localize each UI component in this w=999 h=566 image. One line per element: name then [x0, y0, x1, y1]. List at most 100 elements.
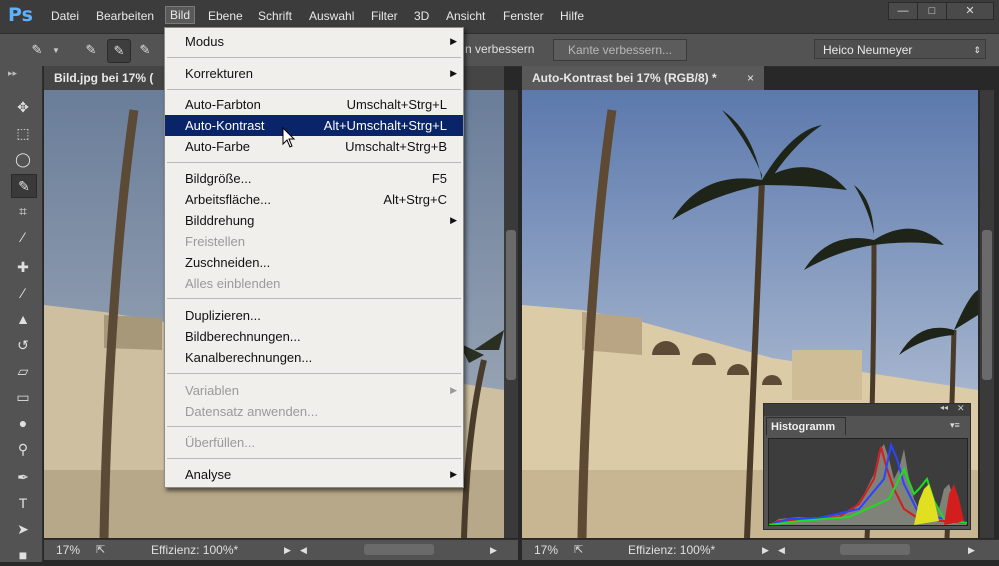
maximize-button[interactable]: □ [917, 2, 947, 20]
collapse-tools-icon[interactable]: ▸▸ [8, 68, 17, 79]
tool-preset-icon[interactable]: ✎ [26, 39, 48, 61]
scroll-left-icon[interactable]: ◀ [778, 540, 785, 560]
menu-item-bildgroesse[interactable]: Bildgröße... F5 [165, 168, 463, 189]
tab-close-icon[interactable]: × [747, 66, 754, 90]
type-icon[interactable]: T [11, 492, 35, 514]
quick-selection-icon[interactable]: ✎ [11, 174, 37, 198]
menu-item-ueberfuellen: Überfüllen... [185, 435, 256, 450]
blur-icon[interactable]: ● [11, 412, 35, 434]
workspace-select[interactable]: Heico Neumeyer ⇕ [814, 39, 986, 59]
menu-separator [167, 373, 461, 374]
scroll-thumb[interactable] [506, 230, 516, 380]
menu-item-auto-farbe[interactable]: Auto-Farbe Umschalt+Strg+B [165, 136, 463, 157]
close-panel-icon[interactable]: ✕ [957, 403, 965, 414]
gradient-icon[interactable]: ▭ [11, 386, 35, 408]
pen-icon[interactable]: ✒ [11, 466, 35, 488]
panel-menu-icon[interactable]: ▾≡ [950, 420, 960, 431]
status-bar-left: 17% ⇱ Effizienz: 100%* ▶ ◀ ▶ [44, 539, 518, 560]
zoom-level[interactable]: 17% [56, 540, 80, 560]
menu-item-zuschneiden[interactable]: Zuschneiden... [165, 252, 463, 273]
vertical-scrollbar-left[interactable] [504, 90, 518, 538]
menu-schrift[interactable]: Schrift [258, 9, 292, 23]
scroll-right-icon[interactable]: ▶ [490, 540, 497, 560]
menu-separator [167, 57, 461, 58]
menu-hilfe[interactable]: Hilfe [560, 9, 584, 23]
menu-bild[interactable]: Bild [164, 6, 196, 24]
status-bar-right: 17% ⇱ Effizienz: 100%* ▶ ◀ ▶ [522, 539, 999, 560]
menu-item-analyse[interactable]: Analyse ▶ [165, 464, 463, 485]
minimize-button[interactable]: — [888, 2, 918, 20]
workspace-label: Heico Neumeyer [823, 43, 913, 57]
stamp-icon[interactable]: ▲ [11, 308, 35, 330]
menu-item-bildberechnungen[interactable]: Bildberechnungen... [165, 326, 463, 347]
menu-item-bilddrehung[interactable]: Bilddrehung ▶ [165, 210, 463, 231]
preset-chevron-down-icon[interactable]: ▼ [52, 46, 60, 55]
move-icon[interactable]: ✥ [11, 96, 35, 118]
scroll-left-icon[interactable]: ◀ [300, 540, 307, 560]
status-menu-icon[interactable]: ⇱ [96, 540, 105, 560]
horizontal-scroll-thumb[interactable] [364, 544, 434, 555]
menu-item-auto-farbton[interactable]: Auto-Farbton Umschalt+Strg+L [165, 94, 463, 115]
efficiency-label: Effizienz: 100%* [151, 543, 239, 557]
brush-icon[interactable]: ∕ [11, 282, 35, 304]
menu-separator [167, 458, 461, 459]
menu-separator [167, 89, 461, 90]
menu-item-modus[interactable]: Modus ▶ [165, 31, 463, 52]
mouse-cursor-icon [282, 127, 296, 148]
menu-auswahl[interactable]: Auswahl [309, 9, 354, 23]
submenu-arrow-icon: ▶ [450, 385, 457, 395]
tool-panel: ▸▸ ✥ ⬚ ◯ ✎ ⌗ ⁄ ✚ ∕ ▲ ↺ ▱ ▭ ● ⚲ ✒ T ➤ ■ [0, 66, 43, 563]
refine-edge-button[interactable]: Kante verbessern... [553, 39, 687, 61]
options-bar: ✎ ▼ ✎ ✎ ✎ n verbessern Kante verbessern.… [0, 33, 999, 67]
shape-icon[interactable]: ■ [11, 544, 35, 566]
refine-text: n verbessern [465, 42, 535, 56]
menu-separator [167, 426, 461, 427]
menu-item-duplizieren[interactable]: Duplizieren... [165, 305, 463, 326]
marquee-icon[interactable]: ⬚ [11, 122, 35, 144]
status-arrow-icon[interactable]: ▶ [284, 540, 291, 560]
menu-separator [167, 162, 461, 163]
histogram-graph [768, 438, 968, 526]
submenu-arrow-icon: ▶ [450, 215, 457, 225]
close-window-button[interactable]: ✕ [946, 2, 994, 20]
history-brush-icon[interactable]: ↺ [11, 334, 35, 356]
menu-filter[interactable]: Filter [371, 9, 398, 23]
histogram-tab[interactable]: Histogramm [766, 417, 846, 435]
scroll-right-icon[interactable]: ▶ [968, 540, 975, 560]
menu-3d[interactable]: 3D [414, 9, 429, 23]
subtract-selection-icon[interactable]: ✎ [134, 39, 156, 61]
menu-datei[interactable]: Datei [51, 9, 79, 23]
menu-item-auto-kontrast[interactable]: Auto-Kontrast Alt+Umschalt+Strg+L [165, 115, 463, 136]
menu-item-kanalberechnungen[interactable]: Kanalberechnungen... [165, 347, 463, 368]
menu-bearbeiten[interactable]: Bearbeiten [96, 9, 154, 23]
status-menu-icon[interactable]: ⇱ [574, 540, 583, 560]
new-selection-icon[interactable]: ✎ [80, 39, 102, 61]
menu-fenster[interactable]: Fenster [503, 9, 544, 23]
menu-bar: Ps Datei Bearbeiten Bild Ebene Schrift A… [0, 0, 999, 33]
scroll-thumb[interactable] [982, 230, 992, 380]
crop-icon[interactable]: ⌗ [11, 200, 35, 222]
menu-separator [167, 298, 461, 299]
menu-item-arbeitsflaeche[interactable]: Arbeitsfläche... Alt+Strg+C [165, 189, 463, 210]
document-tab-auto-kontrast[interactable]: Auto-Kontrast bei 17% (RGB/8) * × [522, 66, 764, 90]
horizontal-scroll-thumb[interactable] [840, 544, 910, 555]
status-arrow-icon[interactable]: ▶ [762, 540, 769, 560]
photoshop-logo: Ps [8, 4, 33, 26]
menu-item-alles-einblenden: Alles einblenden [185, 276, 281, 291]
collapse-panel-icon[interactable]: ◂◂ [940, 403, 948, 412]
add-selection-icon[interactable]: ✎ [107, 39, 131, 63]
select-arrows-icon: ⇕ [973, 45, 981, 55]
bild-dropdown-menu: Modus ▶ Korrekturen ▶ Auto-Farbton Umsch… [164, 27, 464, 488]
healing-icon[interactable]: ✚ [11, 256, 35, 278]
dodge-icon[interactable]: ⚲ [11, 438, 35, 460]
lasso-icon[interactable]: ◯ [11, 148, 35, 170]
path-selection-icon[interactable]: ➤ [11, 518, 35, 540]
menu-item-korrekturen[interactable]: Korrekturen ▶ [165, 63, 463, 84]
zoom-level[interactable]: 17% [534, 540, 558, 560]
vertical-scrollbar-right[interactable] [980, 90, 994, 538]
menu-ebene[interactable]: Ebene [208, 9, 243, 23]
histogram-panel: ◂◂ ✕ Histogramm ▾≡ [763, 403, 971, 530]
menu-ansicht[interactable]: Ansicht [446, 9, 485, 23]
eraser-icon[interactable]: ▱ [11, 360, 35, 382]
eyedropper-icon[interactable]: ⁄ [11, 226, 35, 248]
